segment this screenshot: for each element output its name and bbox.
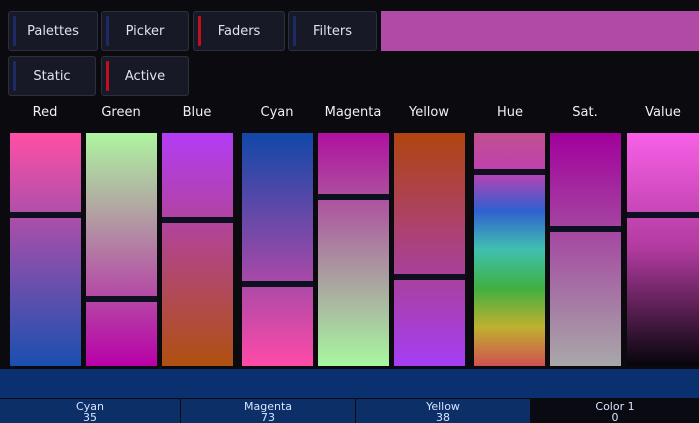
tab-active-label: Active [124, 68, 166, 84]
fader-handle[interactable] [627, 212, 699, 218]
fader-hue[interactable] [474, 133, 545, 366]
tab-indicator-active [198, 16, 201, 46]
fader-cyan[interactable] [242, 133, 313, 366]
fader-label-yellow: Yellow [408, 105, 450, 120]
fader-magenta[interactable] [318, 133, 389, 366]
fader-handle[interactable] [162, 217, 233, 223]
tab-filters[interactable]: Filters [288, 11, 377, 51]
tab-indicator [106, 16, 109, 46]
tab-palettes-label: Palettes [27, 23, 79, 39]
fader-label-sat: Sat. [572, 105, 598, 120]
encoder-value: 35 [83, 411, 97, 423]
fader-handle[interactable] [394, 274, 465, 280]
tab-active[interactable]: Active [101, 56, 189, 96]
tab-filters-label: Filters [313, 23, 352, 39]
tab-picker[interactable]: Picker [101, 11, 189, 51]
encoder-value: 73 [261, 411, 275, 423]
tab-picker-label: Picker [125, 23, 165, 39]
encoder-cyan[interactable]: Cyan 35 [0, 399, 180, 423]
current-color-swatch [381, 11, 699, 51]
tab-static[interactable]: Static [8, 56, 96, 96]
encoder-yellow[interactable]: Yellow 38 [356, 399, 530, 423]
fader-label-value: Value [645, 105, 681, 120]
tab-indicator [13, 61, 16, 91]
fader-handle[interactable] [550, 226, 621, 232]
fader-value[interactable] [627, 133, 699, 366]
encoder-magenta[interactable]: Magenta 73 [181, 399, 355, 423]
tab-indicator-active [106, 61, 109, 91]
tab-faders[interactable]: Faders [193, 11, 285, 51]
encoder-value: 38 [436, 411, 450, 423]
fader-handle[interactable] [474, 169, 545, 175]
fader-handle[interactable] [10, 212, 81, 218]
fader-sat[interactable] [550, 133, 621, 366]
encoder-color-1[interactable]: Color 1 0 [531, 399, 699, 423]
fader-label-blue: Blue [182, 105, 212, 120]
fader-yellow[interactable] [394, 133, 465, 366]
tab-faders-label: Faders [217, 23, 261, 39]
fader-label-cyan: Cyan [260, 105, 294, 120]
encoder-bar [0, 369, 699, 398]
fader-green[interactable] [86, 133, 157, 366]
fader-blue[interactable] [162, 133, 233, 366]
fader-handle[interactable] [86, 296, 157, 302]
tab-palettes[interactable]: Palettes [8, 11, 98, 51]
fader-label-hue: Hue [496, 105, 523, 120]
encoder-value: 0 [611, 411, 619, 423]
fader-red[interactable] [10, 133, 81, 366]
fader-handle[interactable] [242, 281, 313, 287]
fader-handle[interactable] [318, 194, 389, 200]
fader-label-green: Green [101, 105, 141, 120]
tab-static-label: Static [33, 68, 71, 84]
fader-label-magenta: Magenta [324, 105, 382, 120]
tab-indicator [13, 16, 16, 46]
fader-label-red: Red [32, 105, 58, 120]
tab-indicator [293, 16, 296, 46]
